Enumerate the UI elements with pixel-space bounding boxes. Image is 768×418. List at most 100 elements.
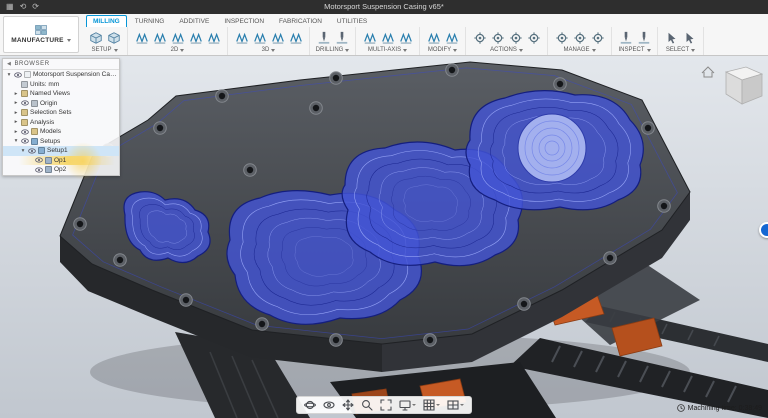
group-label-select[interactable]: SELECT	[663, 47, 698, 53]
visibility-eye-icon[interactable]	[28, 147, 36, 155]
expander-icon[interactable]: ▸	[13, 119, 19, 125]
expander-icon[interactable]: ▸	[13, 129, 19, 135]
generate-icon[interactable]	[471, 29, 488, 46]
group-label-2d[interactable]: 2D	[133, 47, 222, 53]
browser-item-analysis[interactable]: ▸Analysis	[3, 118, 119, 128]
browser-item-models[interactable]: ▸ Models	[3, 127, 119, 137]
document-icon	[24, 71, 31, 78]
pan-icon[interactable]	[342, 399, 354, 411]
browser-item-motorsport-suspension-casing-v65[interactable]: ▾ Motorsport Suspension Casing v65	[3, 70, 119, 80]
2d-pocket-icon[interactable]	[151, 29, 168, 46]
group-label-drilling[interactable]: DRILLING	[315, 47, 350, 53]
group-label-actions[interactable]: ACTIONS	[471, 47, 542, 53]
face-icon[interactable]	[169, 29, 186, 46]
tab-fabrication[interactable]: FABRICATION	[272, 15, 329, 27]
measure-icon[interactable]	[617, 29, 634, 46]
group-label-setup[interactable]: SETUP	[87, 47, 122, 53]
expander-icon[interactable]: ▸	[13, 91, 19, 97]
task-manager-icon[interactable]	[589, 29, 606, 46]
view-cube[interactable]	[700, 60, 764, 118]
visibility-eye-icon[interactable]	[35, 166, 43, 174]
probe-icon[interactable]	[635, 29, 652, 46]
3d-pocket-icon[interactable]	[251, 29, 268, 46]
selection-filters-icon[interactable]	[681, 29, 698, 46]
browser-item-label: Op1	[54, 157, 66, 164]
expander-icon[interactable]: ▾	[20, 148, 26, 154]
tab-utilities[interactable]: UTILITIES	[330, 15, 374, 27]
viewports-icon[interactable]	[447, 399, 464, 411]
3d-adaptive-icon[interactable]	[233, 29, 250, 46]
tab-turning[interactable]: TURNING	[128, 15, 172, 27]
chevron-down-icon	[592, 49, 596, 52]
flow-icon[interactable]	[397, 29, 414, 46]
steep-and-shallow-icon[interactable]	[287, 29, 304, 46]
tab-inspection[interactable]: INSPECTION	[217, 15, 271, 27]
group-label-text: SELECT	[666, 47, 689, 53]
drill-icon[interactable]	[315, 29, 332, 46]
expander-icon[interactable]: ▾	[6, 72, 12, 78]
group-label-3d[interactable]: 3D	[233, 47, 304, 53]
setup-sheet-icon[interactable]	[525, 29, 542, 46]
home-view-icon[interactable]	[702, 67, 714, 77]
workspace-switcher[interactable]: MANUFACTURE	[3, 16, 79, 53]
templates-icon[interactable]	[571, 29, 588, 46]
browser-item-units-mm[interactable]: Units: mm	[3, 80, 119, 90]
2d-contour-icon[interactable]	[187, 29, 204, 46]
stock-icon[interactable]	[105, 29, 122, 46]
browser-item-op1[interactable]: Op1	[3, 156, 119, 166]
trim-toolpath-icon[interactable]	[425, 29, 442, 46]
swarf-icon[interactable]	[361, 29, 378, 46]
chevron-down-icon	[345, 49, 349, 52]
tab-milling[interactable]: MILLING	[86, 15, 127, 27]
zoom-icon[interactable]	[361, 399, 373, 411]
tool-library-icon[interactable]	[553, 29, 570, 46]
browser-item-label: Models	[40, 128, 61, 135]
fit-icon[interactable]	[380, 399, 392, 411]
group-label-multi-axis[interactable]: MULTI-AXIS	[361, 47, 414, 53]
orbit-icon[interactable]	[304, 399, 316, 411]
new-setup-icon[interactable]	[87, 29, 104, 46]
browser-item-setups[interactable]: ▾Setups	[3, 137, 119, 147]
browser-item-op2[interactable]: Op2	[3, 165, 119, 175]
operation-icon	[45, 166, 52, 173]
simulate-icon[interactable]	[489, 29, 506, 46]
group-label-manage[interactable]: MANAGE	[553, 47, 606, 53]
browser-item-selection-sets[interactable]: ▸Selection Sets	[3, 108, 119, 118]
select-icon[interactable]	[663, 29, 680, 46]
browser-header: ◀ BROWSER	[3, 59, 119, 70]
group-label-text: SETUP	[91, 47, 111, 53]
chevron-down-icon	[436, 404, 440, 406]
visibility-eye-icon[interactable]	[21, 128, 29, 136]
browser-item-setup1[interactable]: ▾Setup1	[3, 146, 119, 156]
group-label-text: MANAGE	[563, 47, 589, 53]
2d-adaptive-icon[interactable]	[133, 29, 150, 46]
visibility-eye-icon[interactable]	[21, 137, 29, 145]
group-label-modify[interactable]: MODIFY	[425, 47, 460, 53]
group-label-text: 2D	[171, 47, 179, 53]
browser-item-named-views[interactable]: ▸ Named Views	[3, 89, 119, 99]
group-inspect: INSPECT	[612, 27, 658, 55]
transform-toolpath-icon[interactable]	[443, 29, 460, 46]
visibility-eye-icon[interactable]	[21, 99, 29, 107]
display-settings-icon[interactable]	[399, 399, 416, 411]
bore-icon[interactable]	[333, 29, 350, 46]
browser-item-label: Named Views	[30, 90, 70, 97]
edge-notification-badge[interactable]	[759, 222, 768, 238]
visibility-eye-icon[interactable]	[35, 156, 43, 164]
slot-icon[interactable]	[205, 29, 222, 46]
grid-snaps-icon[interactable]	[423, 399, 440, 411]
group-label-inspect[interactable]: INSPECT	[617, 47, 652, 53]
collapse-browser-icon[interactable]: ◀	[7, 61, 11, 67]
parallel-icon[interactable]	[269, 29, 286, 46]
browser-item-origin[interactable]: ▸Origin	[3, 99, 119, 109]
expander-icon[interactable]: ▸	[13, 100, 19, 106]
look-at-icon[interactable]	[323, 399, 335, 411]
visibility-eye-icon[interactable]	[14, 71, 22, 79]
multi-axis-contour-icon[interactable]	[379, 29, 396, 46]
expander-icon[interactable]: ▸	[13, 110, 19, 116]
tab-additive[interactable]: ADDITIVE	[172, 15, 216, 27]
browser-item-label: Motorsport Suspension Casing v65	[33, 71, 119, 78]
expander-icon[interactable]: ▾	[13, 138, 19, 144]
group-drilling: DRILLING	[310, 27, 356, 55]
post-process-icon[interactable]	[507, 29, 524, 46]
